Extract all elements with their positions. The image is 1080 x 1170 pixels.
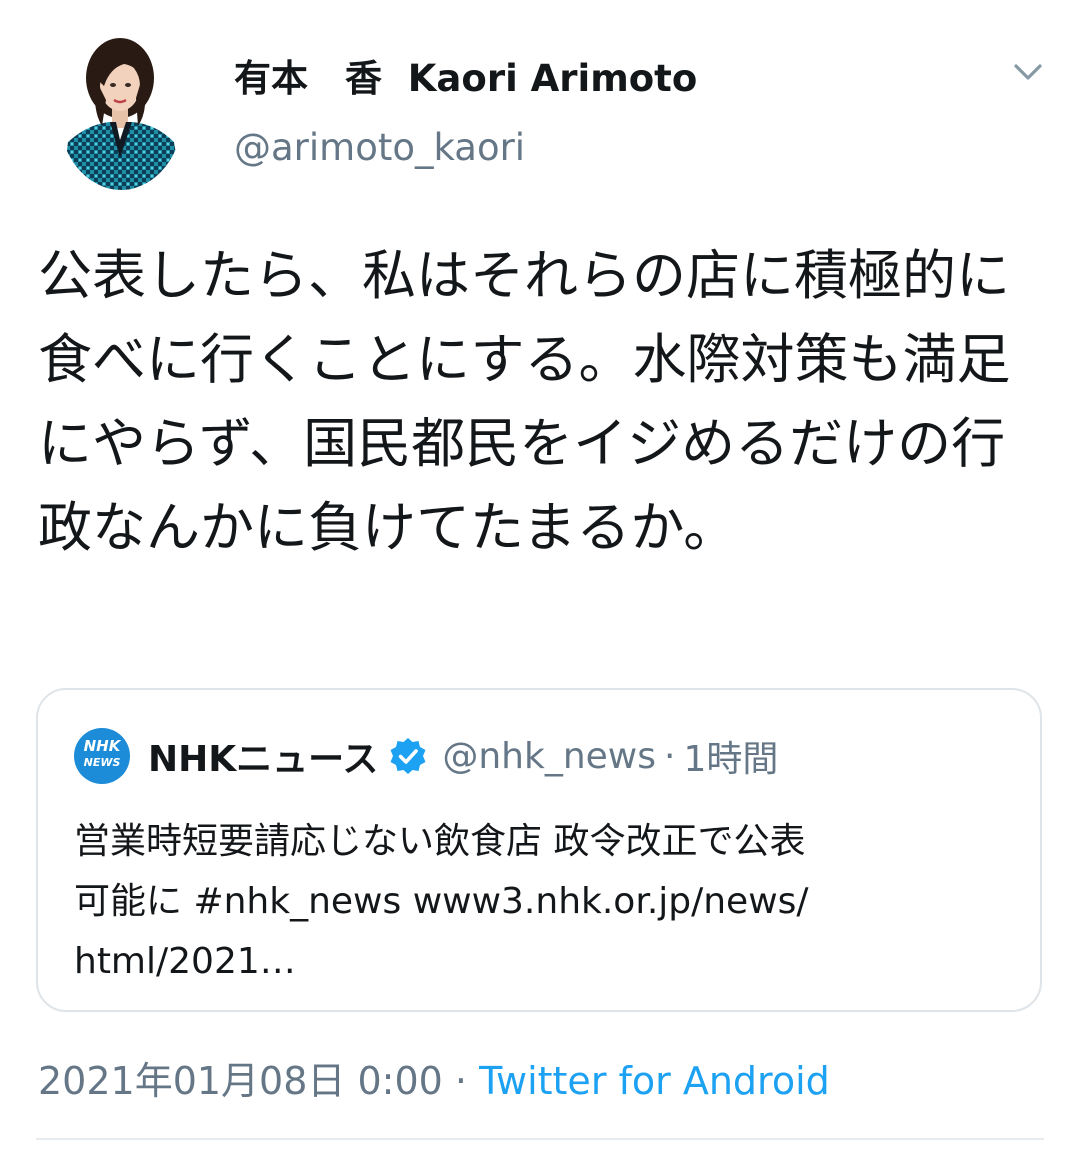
quoted-author-name: NHKニュース bbox=[148, 739, 379, 780]
verified-badge-icon bbox=[388, 736, 428, 776]
meta-separator: · bbox=[442, 1059, 480, 1103]
tweet-text: 公表したら、私はそれらの店に積極的に食べに行くことにする。水際対策も満足にやらず… bbox=[38, 244, 1011, 559]
tweet-timestamp[interactable]: 2021年01月08日 0:00 bbox=[38, 1059, 443, 1103]
logo-text-top: NHK bbox=[83, 737, 121, 755]
chevron-down-icon[interactable] bbox=[1008, 56, 1048, 88]
tweet-source-link[interactable]: Twitter for Android bbox=[479, 1059, 830, 1103]
logo-text-bottom: NEWS bbox=[83, 756, 121, 769]
avatar-image bbox=[58, 30, 184, 190]
author-display-name[interactable]: 有本 香 Kaori Arimoto bbox=[234, 48, 697, 102]
nhk-news-avatar: NHK NEWS bbox=[74, 728, 130, 784]
quoted-tweet-time: 1時間 bbox=[683, 739, 779, 780]
tweet: 有本 香 Kaori Arimoto @arimoto_kaori 公表したら、… bbox=[0, 0, 1080, 1170]
quoted-tweet-text: 営業時短要請応じない飲食店 政令改正で公表 可能に #nhk_news www3… bbox=[74, 821, 809, 982]
header-separator: · bbox=[664, 735, 676, 777]
divider bbox=[36, 1138, 1044, 1140]
author-handle[interactable]: @arimoto_kaori bbox=[234, 126, 525, 169]
quoted-tweet-card[interactable]: NHK NEWS NHKニュース @nhk_news · 1時間 営業時短要請応… bbox=[36, 688, 1042, 1012]
quoted-author-handle: @nhk_news bbox=[442, 735, 657, 777]
tweet-meta: 2021年01月08日 0:00 · Twitter for Android bbox=[38, 1050, 830, 1105]
quoted-tweet-header: NHKニュース @nhk_news · 1時間 bbox=[148, 728, 778, 784]
avatar[interactable] bbox=[58, 30, 184, 190]
